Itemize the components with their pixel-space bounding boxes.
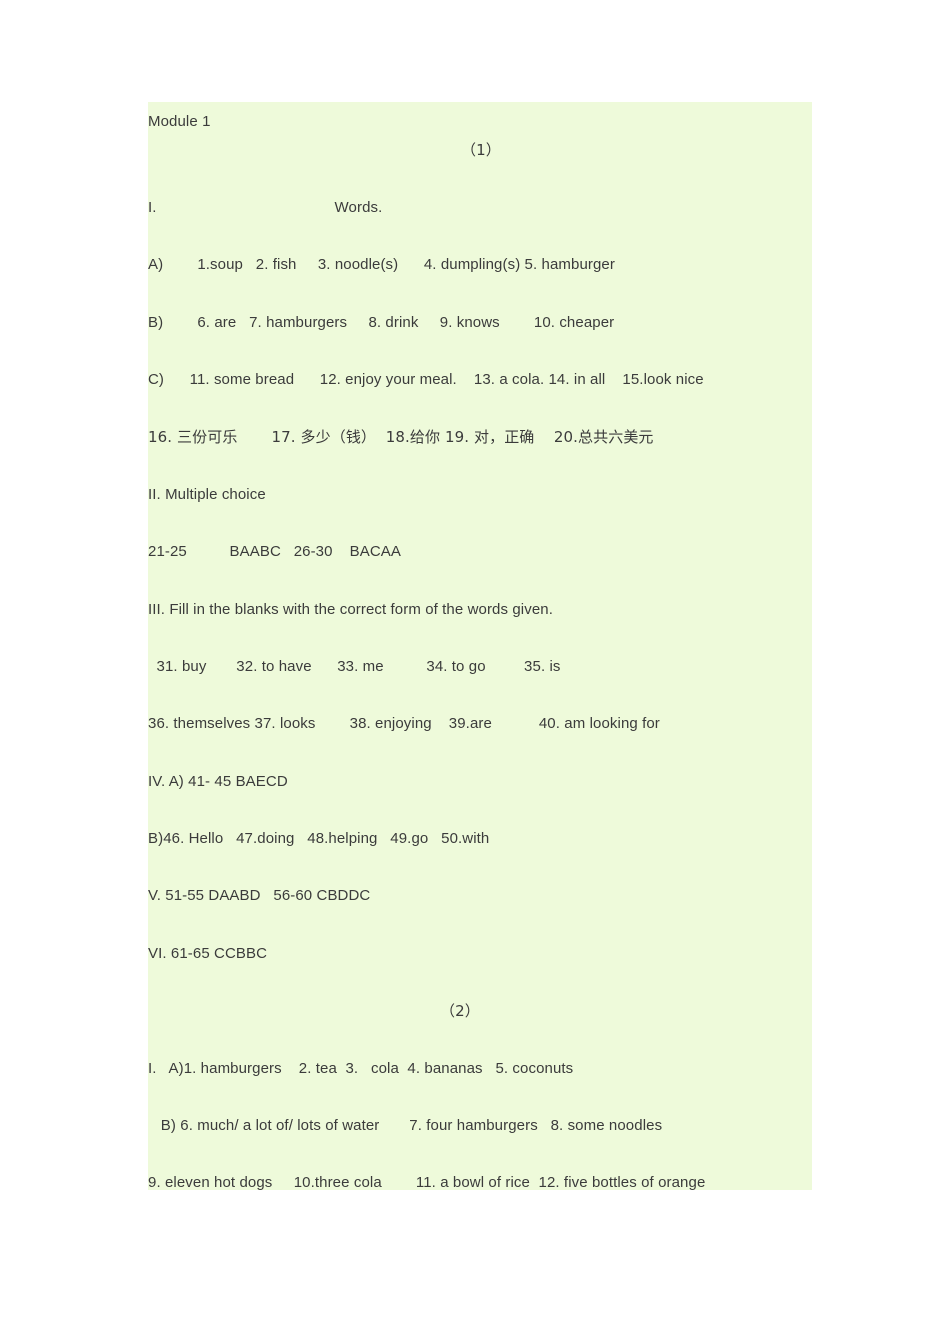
line-text: B) 6. are 7. hamburgers 8. drink 9. know… <box>148 314 615 331</box>
document-line-section-iv-b: B)46. Hello 47.doing 48.helping 49.go 50… <box>148 829 812 849</box>
line-text-secondary: Words. <box>334 199 383 216</box>
line-text: 36. themselves 37. looks 38. enjoying 39… <box>148 715 660 732</box>
document-line-section-iv-a: IV. A) 41- 45 BAECD <box>148 772 812 792</box>
line-text: B) 6. much/ a lot of/ lots of water 7. f… <box>148 1117 663 1134</box>
document-line-module-heading: Module 1 <box>148 112 812 132</box>
document-line-answers-21-30: 21-25 BAABC 26-30 BACAA <box>148 542 812 562</box>
line-text: VI. 61-65 CCBBC <box>148 945 268 962</box>
document-line-answers-c-11-15: C) 11. some bread 12. enjoy your meal. 1… <box>148 370 812 390</box>
line-text: （2） <box>440 1002 480 1020</box>
line-text: I. A)1. hamburgers 2. tea 3. cola 4. ban… <box>148 1060 574 1077</box>
document-line-section-vi: VI. 61-65 CCBBC <box>148 944 812 964</box>
document-line-answers-a-1-5: A) 1.soup 2. fish 3. noodle(s) 4. dumpli… <box>148 255 812 275</box>
document-line-part2-answers-9-12: 9. eleven hot dogs 10.three cola 11. a b… <box>148 1173 812 1190</box>
line-text: Module 1 <box>148 113 211 130</box>
document-line-section-ii-heading: II. Multiple choice <box>148 485 812 505</box>
line-text: II. Multiple choice <box>148 486 266 503</box>
line-text: IV. A) 41- 45 BAECD <box>148 773 288 790</box>
document-line-answers-b-6-10: B) 6. are 7. hamburgers 8. drink 9. know… <box>148 313 812 333</box>
line-text: A) 1.soup 2. fish 3. noodle(s) 4. dumpli… <box>148 256 615 273</box>
line-text: III. Fill in the blanks with the correct… <box>148 601 553 618</box>
document-line-part2-section-i-a: I. A)1. hamburgers 2. tea 3. cola 4. ban… <box>148 1059 812 1079</box>
line-text: 21-25 BAABC 26-30 BACAA <box>148 543 401 560</box>
document-line-answers-16-20-chinese: 16. 三份可乐 17. 多少（钱） 18.给你 19. 对，正确 20.总共六… <box>148 427 812 447</box>
line-text: 9. eleven hot dogs 10.three cola 11. a b… <box>148 1174 706 1190</box>
line-text: B)46. Hello 47.doing 48.helping 49.go 50… <box>148 830 490 847</box>
document-line-part-one-heading: （1） <box>148 140 812 160</box>
document-line-part2-section-i-b: B) 6. much/ a lot of/ lots of water 7. f… <box>148 1116 812 1136</box>
line-text: I. <box>148 199 157 216</box>
line-text: C) 11. some bread 12. enjoy your meal. 1… <box>148 371 704 388</box>
line-text: （1） <box>461 141 501 159</box>
line-text: 31. buy 32. to have 33. me 34. to go 35.… <box>148 658 561 675</box>
document-content-panel: Module 1 （1） I. Words. A) 1.soup 2. fish 3. … <box>148 102 812 1190</box>
document-line-answers-36-40: 36. themselves 37. looks 38. enjoying 39… <box>148 714 812 734</box>
document-line-answers-31-35: 31. buy 32. to have 33. me 34. to go 35.… <box>148 657 812 677</box>
line-text: V. 51-55 DAABD 56-60 CBDDC <box>148 887 371 904</box>
document-line-part-two-heading: （2） <box>148 1001 812 1021</box>
document-line-section-v: V. 51-55 DAABD 56-60 CBDDC <box>148 886 812 906</box>
document-line-section-i-heading: I. Words. <box>148 198 812 218</box>
line-text: 16. 三份可乐 17. 多少（钱） 18.给你 19. 对，正确 20.总共六… <box>148 428 654 446</box>
document-line-section-iii-heading: III. Fill in the blanks with the correct… <box>148 600 812 620</box>
